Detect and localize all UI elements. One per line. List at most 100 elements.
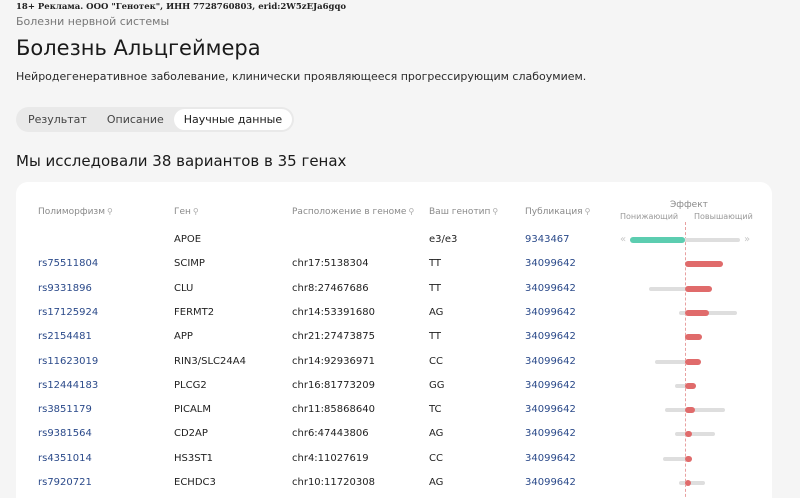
effect-bar xyxy=(685,334,702,341)
effect-header: Эффект xyxy=(670,200,708,210)
genotype-cell: CC xyxy=(429,355,443,367)
chevron-left-icon[interactable]: « xyxy=(620,234,626,245)
gene-cell: ECHDC3 xyxy=(174,477,216,488)
genotype-cell: TT xyxy=(429,258,442,270)
table-row[interactable]: rs75511804 SCIMP chr17:5138304 TT 34099642 xyxy=(16,257,772,281)
table-row[interactable]: APOE e3/e3 9343467 « » xyxy=(16,233,772,257)
gene-cell: SCIMP xyxy=(174,258,205,270)
polymorphism-link[interactable]: rs2154481 xyxy=(38,330,92,344)
publication-link[interactable]: 34099642 xyxy=(525,379,576,393)
publication-link[interactable]: 34099642 xyxy=(525,403,576,417)
polymorphism-link[interactable]: rs4351014 xyxy=(38,452,92,466)
page-title: Болезнь Альцгеймера xyxy=(16,36,261,60)
genotype-cell: TT xyxy=(429,331,442,343)
tab-description[interactable]: Описание xyxy=(97,109,174,130)
search-icon: ⚲ xyxy=(492,207,499,216)
polymorphism-link[interactable]: rs12444183 xyxy=(38,379,98,393)
polymorphism-link[interactable]: rs75511804 xyxy=(38,257,98,271)
effect-bar xyxy=(685,407,695,414)
tab-scientific-data[interactable]: Научные данные xyxy=(173,109,293,130)
gene-cell: PICALM xyxy=(174,404,212,416)
genotype-cell: CC xyxy=(429,452,443,464)
column-header-publication[interactable]: Публикация ⚲ xyxy=(525,207,590,217)
tab-result[interactable]: Результат xyxy=(18,109,97,130)
column-header-polymorphism[interactable]: Полиморфизм ⚲ xyxy=(38,207,113,217)
gene-cell: HS3ST1 xyxy=(174,452,214,464)
publication-link[interactable]: 34099642 xyxy=(525,427,576,441)
publication-link[interactable]: 34099642 xyxy=(525,257,576,271)
chevron-right-icon[interactable]: » xyxy=(744,234,750,245)
ad-disclaimer: 18+ Реклама. ООО "Генотек", ИНН 77287608… xyxy=(16,2,347,12)
effect-bar xyxy=(685,455,692,462)
effect-range-track xyxy=(679,481,705,485)
table-row[interactable]: rs7920721 ECHDC3 chr10:11720308 AG 34099642 xyxy=(16,476,772,498)
publication-link[interactable]: 34099642 xyxy=(525,282,576,296)
polymorphism-link[interactable]: rs7920721 xyxy=(38,476,92,490)
variants-table: Полиморфизм ⚲ Ген ⚲ Расположение в геноме ⚲… xyxy=(16,182,772,498)
genotype-cell: AG xyxy=(429,428,444,440)
polymorphism-link[interactable]: rs9331896 xyxy=(38,282,92,296)
location-cell: chr14:53391680 xyxy=(292,306,375,318)
polymorphism-link[interactable]: rs3851179 xyxy=(38,403,92,417)
location-cell: chr21:27473875 xyxy=(292,331,375,343)
gene-cell: PLCG2 xyxy=(174,379,207,391)
location-cell: chr11:85868640 xyxy=(292,404,375,416)
section-heading: Мы исследовали 38 вариантов в 35 генах xyxy=(16,152,347,170)
column-header-label: Ген xyxy=(174,207,191,217)
table-row[interactable]: rs2154481 APP chr21:27473875 TT 34099642 xyxy=(16,330,772,354)
polymorphism-link[interactable]: rs17125924 xyxy=(38,306,98,320)
table-row[interactable]: rs17125924 FERMT2 chr14:53391680 AG 34099642 xyxy=(16,306,772,330)
gene-cell: APP xyxy=(174,331,193,343)
genotype-cell: GG xyxy=(429,379,445,391)
publication-link[interactable]: 34099642 xyxy=(525,330,576,344)
location-cell: chr4:11027619 xyxy=(292,452,369,464)
table-row[interactable]: rs3851179 PICALM chr11:85868640 TC 34099642 xyxy=(16,403,772,427)
polymorphism-link[interactable]: rs11623019 xyxy=(38,355,98,369)
genotype-cell: TC xyxy=(429,404,442,416)
gene-cell: APOE xyxy=(174,234,202,245)
breadcrumb[interactable]: Болезни нервной системы xyxy=(16,15,169,28)
table-row[interactable]: rs12444183 PLCG2 chr16:81773209 GG 34099642 xyxy=(16,379,772,403)
column-header-genotype[interactable]: Ваш генотип ⚲ xyxy=(429,207,498,217)
table-row[interactable]: rs9381564 CD2AP chr6:47443806 AG 34099642 xyxy=(16,427,772,451)
effect-bar xyxy=(685,358,701,365)
effect-low-label: Понижающий xyxy=(620,212,679,221)
location-cell: chr10:11720308 xyxy=(292,477,375,488)
effect-bar xyxy=(685,309,709,316)
effect-range-track xyxy=(675,432,715,437)
genotype-cell: TT xyxy=(429,282,442,294)
effect-bar xyxy=(685,480,691,486)
genotype-cell: e3/e3 xyxy=(429,234,458,245)
effect-range-track xyxy=(665,408,725,413)
table-row[interactable]: rs9331896 CLU chr8:27467686 TT 34099642 xyxy=(16,282,772,306)
publication-link[interactable]: 34099642 xyxy=(525,452,576,466)
genotype-cell: AG xyxy=(429,306,444,318)
table-row[interactable]: rs4351014 HS3ST1 chr4:11027619 CC 34099642 xyxy=(16,452,772,476)
effect-bar xyxy=(685,285,712,292)
search-icon: ⚲ xyxy=(107,207,113,216)
polymorphism-link[interactable]: rs9381564 xyxy=(38,427,92,441)
location-cell: chr6:47443806 xyxy=(292,428,369,440)
column-header-label: Расположение в геноме xyxy=(292,207,407,217)
column-header-label: Ваш генотип xyxy=(429,207,491,217)
effect-bar xyxy=(685,431,692,438)
genotype-cell: AG xyxy=(429,477,444,488)
search-icon: ⚲ xyxy=(192,207,199,216)
publication-link[interactable]: 34099642 xyxy=(525,476,576,490)
column-header-label: Полиморфизм xyxy=(38,207,106,217)
location-cell: chr16:81773209 xyxy=(292,379,375,391)
effect-bar xyxy=(630,237,685,243)
column-header-gene[interactable]: Ген ⚲ xyxy=(174,207,199,217)
gene-cell: RIN3/SLC24A4 xyxy=(174,355,246,367)
location-cell: chr8:27467686 xyxy=(292,282,369,294)
location-cell: chr14:92936971 xyxy=(292,355,375,367)
location-cell: chr17:5138304 xyxy=(292,258,369,270)
publication-link[interactable]: 34099642 xyxy=(525,355,576,369)
publication-link[interactable]: 9343467 xyxy=(525,233,570,247)
column-header-location[interactable]: Расположение в геноме ⚲ xyxy=(292,207,414,217)
table-row[interactable]: rs11623019 RIN3/SLC24A4 chr14:92936971 CC 34… xyxy=(16,355,772,379)
search-icon: ⚲ xyxy=(408,207,415,216)
tab-bar: Результат Описание Научные данные xyxy=(16,107,295,132)
effect-bar xyxy=(685,261,723,268)
publication-link[interactable]: 34099642 xyxy=(525,306,576,320)
